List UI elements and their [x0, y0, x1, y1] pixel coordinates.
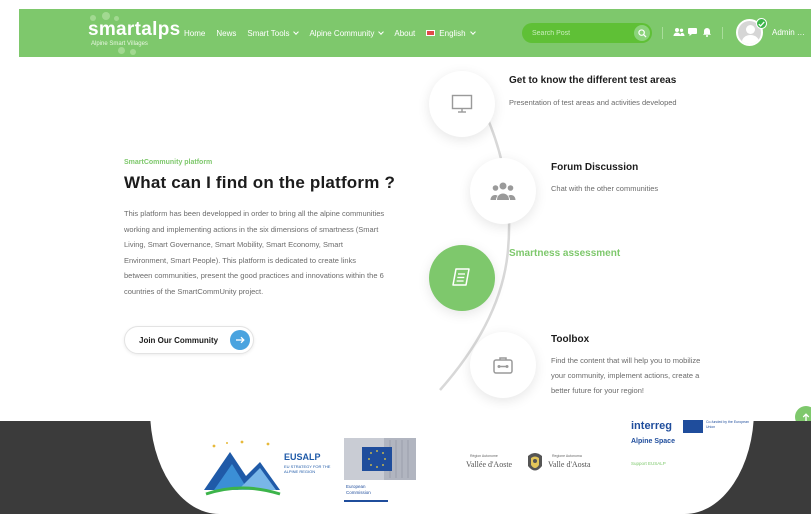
user-name: Admin — [772, 28, 795, 37]
logo-title: smartalps — [88, 19, 181, 40]
uk-flag-icon — [426, 30, 436, 36]
chevron-down-icon — [378, 28, 385, 35]
nav-about[interactable]: About — [394, 29, 415, 38]
arrow-right-icon — [230, 330, 250, 350]
toolbox-icon — [493, 357, 513, 374]
nav-home[interactable]: Home — [184, 29, 205, 38]
logo-dot — [130, 49, 136, 55]
nav-label: English — [439, 28, 466, 38]
feature-description: Chat with the other communities — [551, 184, 659, 193]
eu-flag-icon — [683, 420, 703, 433]
nav-language[interactable]: English — [426, 28, 476, 38]
feature-circle-test-areas[interactable] — [429, 71, 495, 137]
eusalp-logo[interactable]: EUSALP EU STRATEGY FOR THE ALPINE REGION — [202, 430, 332, 500]
eusalp-subtitle: EU STRATEGY FOR THE ALPINE REGION — [284, 464, 331, 474]
alpine-space-label: Alpine Space — [631, 438, 675, 445]
feature-circle-smartness[interactable] — [429, 245, 495, 311]
vda-small-label: Regione Autonoma — [552, 454, 582, 458]
vda-small-label: Région Autonome — [470, 454, 498, 458]
avatar-body — [742, 35, 759, 44]
feature-description: Presentation of test areas and activitie… — [509, 98, 677, 107]
interreg-alpine-space-logo[interactable]: interreg Co-funded by the European Union… — [631, 416, 761, 506]
support-eusalp-label: Support EUSALP — [631, 461, 666, 466]
eu-commission-label: European Commission — [346, 484, 371, 495]
chevron-down-icon — [469, 28, 476, 35]
feature-title: Forum Discussion — [551, 162, 639, 173]
feature-title: Smartness assessment — [509, 248, 621, 259]
nav-alpine-community[interactable]: Alpine Community — [309, 28, 385, 38]
vda-name: Valle d'Aosta — [548, 460, 591, 469]
feature-circle-forum[interactable] — [470, 158, 536, 224]
bell-icon — [703, 28, 711, 37]
nav-news[interactable]: News — [216, 29, 236, 38]
join-community-button[interactable]: Join Our Community — [124, 326, 254, 354]
logo-dot — [118, 47, 125, 54]
members-button[interactable] — [672, 25, 686, 39]
european-commission-logo[interactable]: European Commission — [344, 438, 424, 504]
nav-label: Home — [184, 28, 206, 38]
monitor-icon — [451, 94, 473, 113]
mountains-icon — [204, 440, 281, 496]
search-icon — [637, 28, 647, 38]
more-icon: … — [796, 28, 805, 37]
chat-icon — [687, 28, 697, 36]
interreg-wordmark: interreg — [631, 420, 672, 432]
search-input[interactable] — [532, 26, 627, 40]
nav-label: About — [394, 28, 416, 38]
eu-building-icon — [344, 438, 416, 480]
eusalp-title: EUSALP — [284, 452, 321, 462]
notifications-button[interactable] — [700, 25, 714, 39]
nav-label: Alpine Community — [309, 28, 375, 38]
feature-circle-toolbox[interactable] — [470, 332, 536, 398]
page: smartalps Alpine Smart Villages Home New… — [0, 0, 811, 514]
section-description: This platform has been developped in ord… — [124, 209, 385, 296]
nav-smart-tools[interactable]: Smart Tools — [247, 28, 300, 38]
feature-description: Find the content that will help you to m… — [551, 356, 701, 395]
section-eyebrow: SmartCommunity platform — [124, 159, 213, 166]
cofunded-label: Co-funded by the European Union — [706, 420, 750, 429]
logo-tagline: Alpine Smart Villages — [91, 41, 148, 47]
header-divider — [662, 27, 663, 39]
vda-name: Vallée d'Aoste — [466, 460, 513, 469]
users-icon — [673, 28, 685, 36]
feature-title: Get to know the different test areas — [509, 75, 677, 86]
eu-underline — [344, 500, 388, 502]
top-navbar: smartalps Alpine Smart Villages Home New… — [19, 9, 811, 57]
search-box — [522, 23, 652, 43]
nav-label: Smart Tools — [247, 28, 290, 38]
search-button[interactable] — [634, 25, 650, 41]
users-icon — [490, 182, 516, 200]
user-menu[interactable]: Admin … — [772, 28, 805, 37]
messages-button[interactable] — [686, 25, 700, 39]
avatar-head — [746, 25, 755, 34]
check-badge-icon — [756, 18, 767, 29]
main-nav: Home News Smart Tools Alpine Community A… — [184, 9, 486, 57]
document-icon — [452, 268, 470, 286]
valle-daosta-logo[interactable]: Région Autonome Vallée d'Aoste Regione A… — [466, 450, 606, 490]
coat-of-arms-icon — [528, 453, 542, 471]
feature-title: Toolbox — [551, 334, 590, 345]
partner-logos-panel: EUSALP EU STRATEGY FOR THE ALPINE REGION… — [150, 410, 754, 514]
section-title: What can I find on the platform ? — [124, 173, 396, 192]
smartalps-logo[interactable]: smartalps Alpine Smart Villages — [88, 12, 181, 55]
chevron-down-icon — [293, 28, 300, 35]
join-label: Join Our Community — [139, 336, 219, 345]
nav-label: News — [216, 28, 237, 38]
header-divider — [722, 27, 723, 39]
